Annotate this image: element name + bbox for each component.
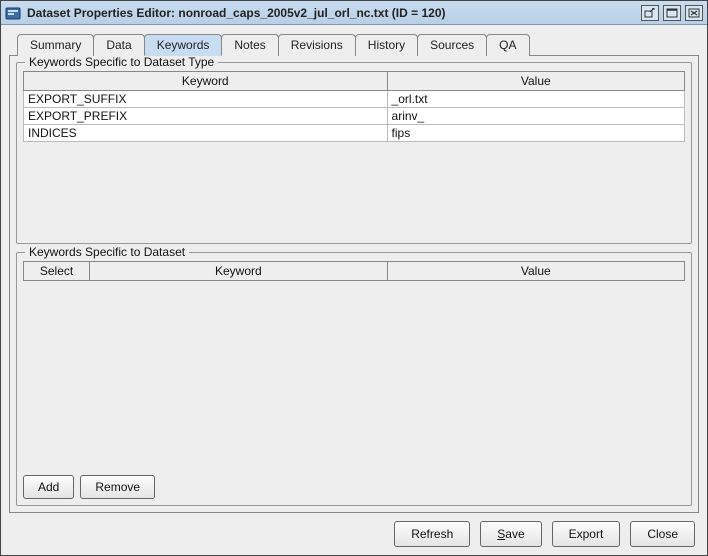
remove-button[interactable]: Remove [80, 475, 155, 499]
refresh-button[interactable]: Refresh [394, 521, 470, 547]
group-title-dataset: Keywords Specific to Dataset [25, 245, 189, 259]
tab-qa[interactable]: QA [486, 34, 529, 56]
col-header-value[interactable]: Value [387, 262, 684, 281]
dataset-keywords-buttons: Add Remove [23, 475, 685, 499]
add-button[interactable]: Add [23, 475, 74, 499]
tabs-row: Summary Data Keywords Notes Revisions Hi… [9, 34, 699, 56]
tab-revisions[interactable]: Revisions [278, 34, 356, 56]
save-rest: ave [505, 527, 524, 541]
col-header-select[interactable]: Select [24, 262, 90, 281]
window: Dataset Properties Editor: nonroad_caps_… [0, 0, 708, 556]
col-header-value[interactable]: Value [387, 72, 684, 91]
tab-history[interactable]: History [355, 34, 418, 56]
window-title: Dataset Properties Editor: nonroad_caps_… [27, 6, 635, 20]
tab-keywords[interactable]: Keywords [144, 34, 223, 56]
table-header-row: Keyword Value [24, 72, 685, 91]
col-header-keyword[interactable]: Keyword [24, 72, 388, 91]
cell-value: arinv_ [387, 108, 684, 125]
table-row[interactable]: EXPORT_PREFIX arinv_ [24, 108, 685, 125]
tab-data[interactable]: Data [93, 34, 144, 56]
group-dataset-keywords: Keywords Specific to Dataset Select Keyw… [16, 252, 692, 506]
tab-notes[interactable]: Notes [221, 34, 278, 56]
group-dataset-type-keywords: Keywords Specific to Dataset Type Keywor… [16, 62, 692, 244]
cell-keyword: EXPORT_SUFFIX [24, 91, 388, 108]
dataset-keywords-table-wrap: Select Keyword Value [23, 261, 685, 467]
window-body: Summary Data Keywords Notes Revisions Hi… [1, 25, 707, 555]
app-icon [5, 5, 21, 21]
type-keywords-table-wrap: Keyword Value EXPORT_SUFFIX _orl.txt EXP… [23, 71, 685, 229]
col-header-keyword[interactable]: Keyword [90, 262, 387, 281]
tab-summary[interactable]: Summary [17, 34, 94, 56]
footer-buttons: Refresh Save Export Close [9, 513, 699, 549]
table-row[interactable]: EXPORT_SUFFIX _orl.txt [24, 91, 685, 108]
table-row[interactable]: INDICES fips [24, 125, 685, 142]
table-header-row: Select Keyword Value [24, 262, 685, 281]
cell-keyword: INDICES [24, 125, 388, 142]
tab-content-keywords: Keywords Specific to Dataset Type Keywor… [9, 55, 699, 513]
group-title-type: Keywords Specific to Dataset Type [25, 55, 218, 69]
cell-value: _orl.txt [387, 91, 684, 108]
type-keywords-table: Keyword Value EXPORT_SUFFIX _orl.txt EXP… [23, 71, 685, 142]
close-button[interactable]: Close [630, 521, 695, 547]
title-bar: Dataset Properties Editor: nonroad_caps_… [1, 1, 707, 25]
tab-sources[interactable]: Sources [417, 34, 487, 56]
maximize-button[interactable] [663, 5, 681, 21]
cell-value: fips [387, 125, 684, 142]
restore-out-button[interactable] [641, 5, 659, 21]
cell-keyword: EXPORT_PREFIX [24, 108, 388, 125]
dataset-keywords-table: Select Keyword Value [23, 261, 685, 281]
save-button[interactable]: Save [480, 521, 541, 547]
export-button[interactable]: Export [552, 521, 621, 547]
title-bar-buttons [641, 5, 703, 21]
close-window-button[interactable] [685, 5, 703, 21]
